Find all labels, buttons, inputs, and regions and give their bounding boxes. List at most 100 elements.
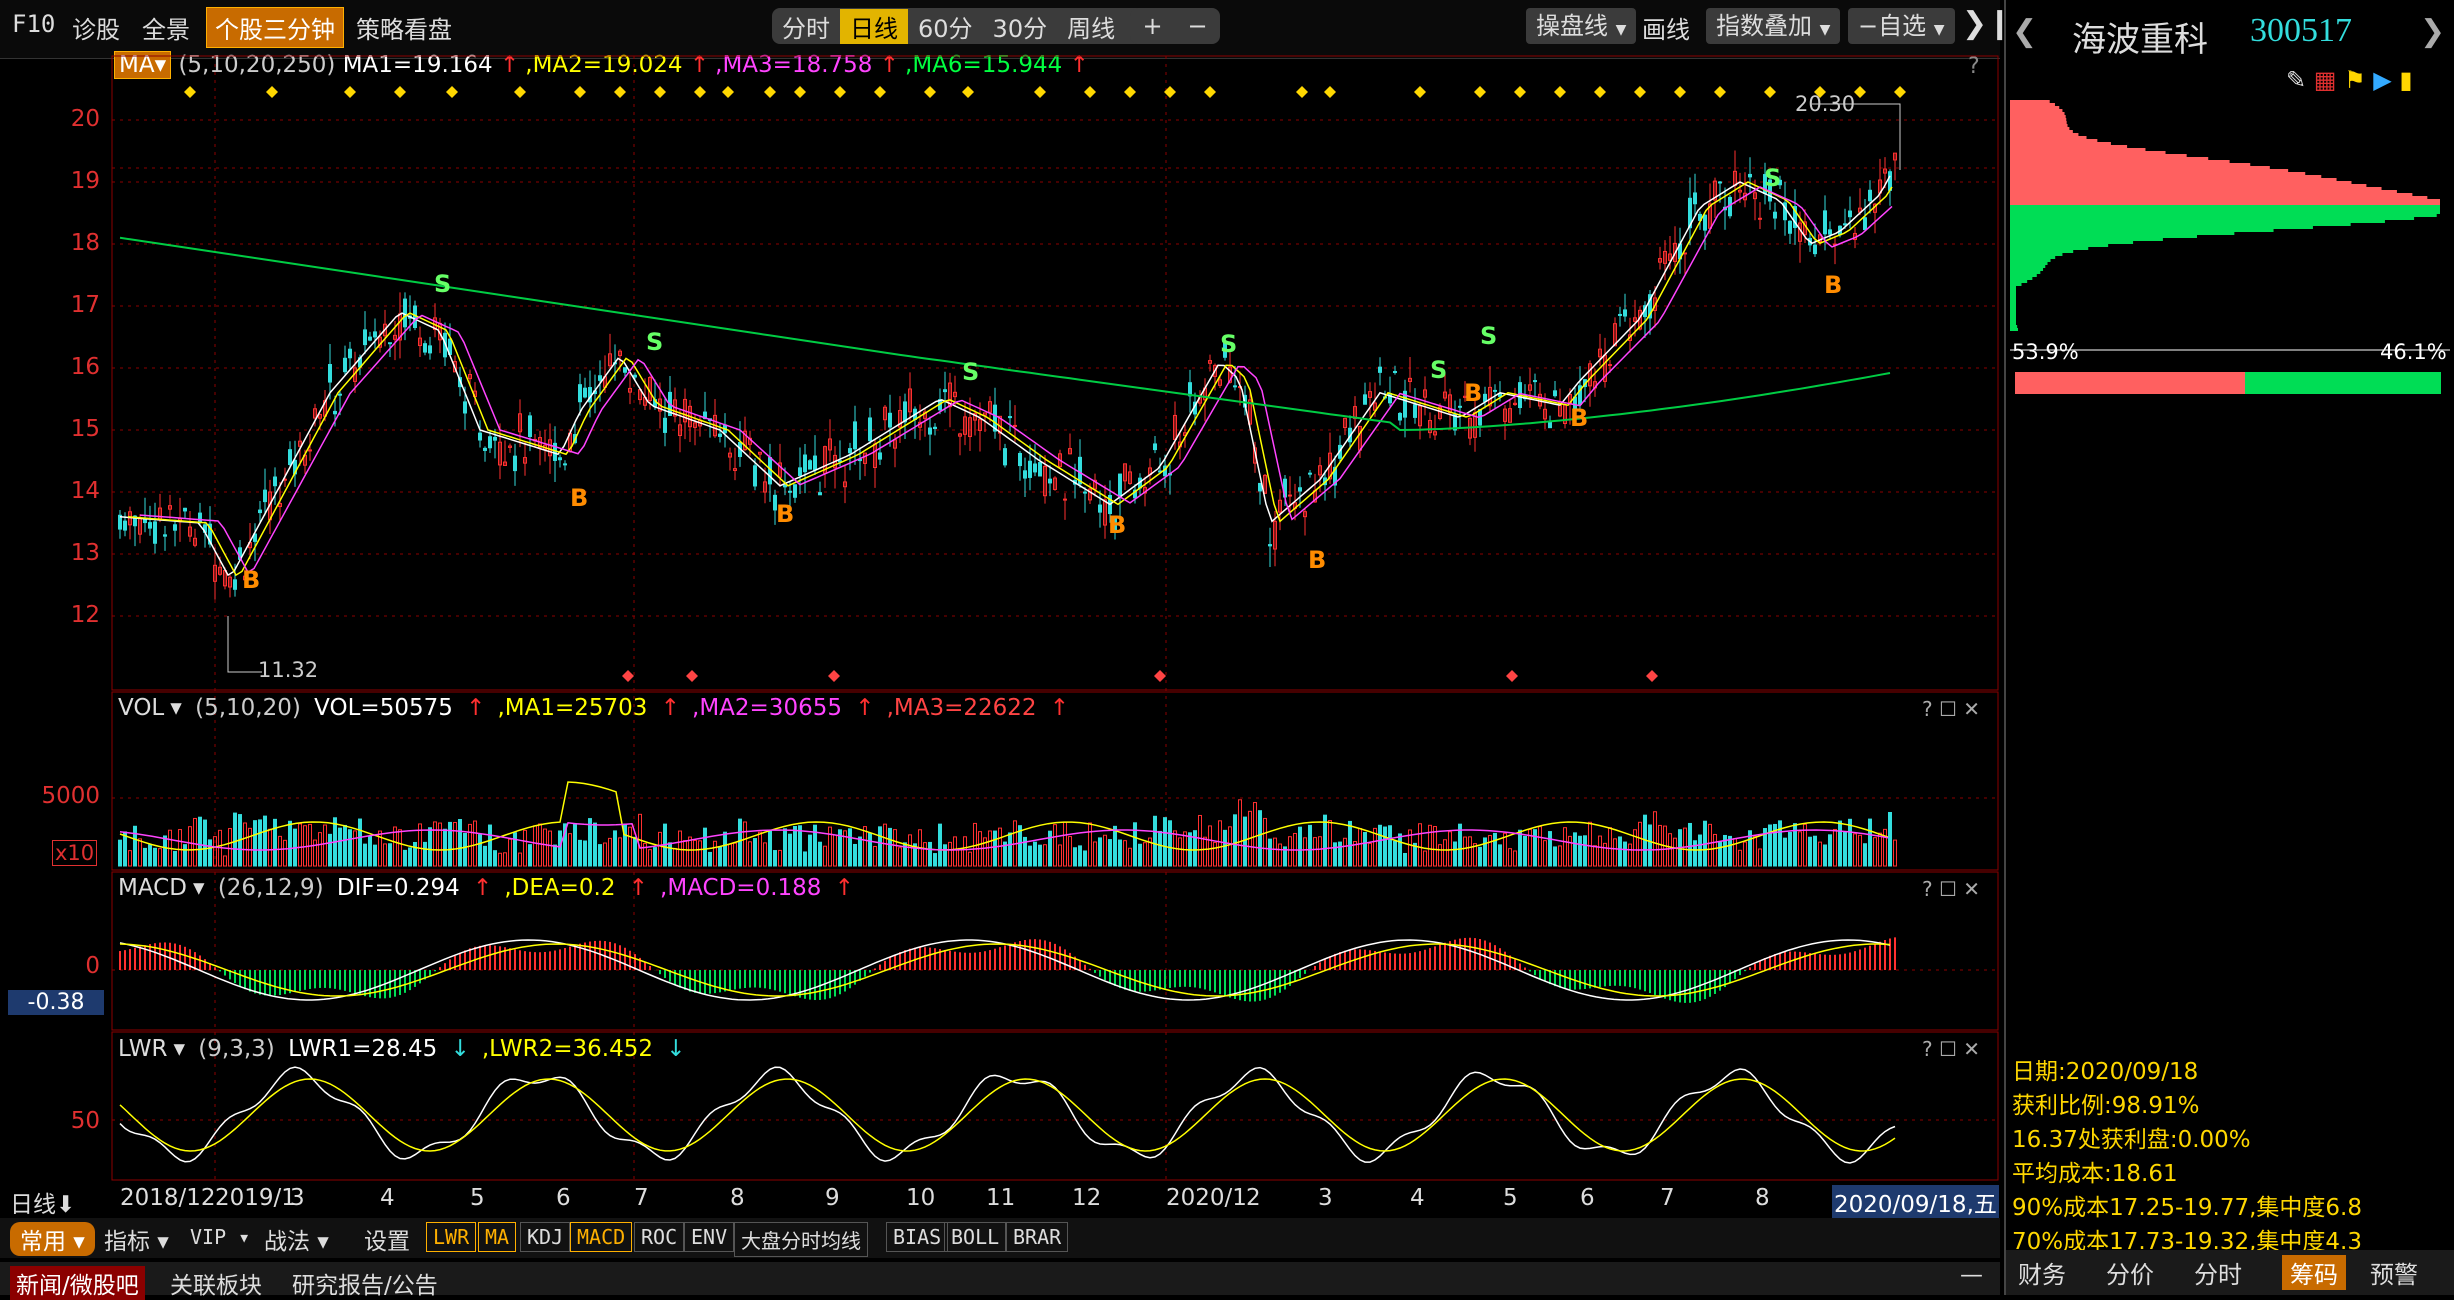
candle-body — [1018, 452, 1022, 467]
signal-diamond-red — [1506, 670, 1518, 682]
chevron-right-icon[interactable]: ❯ — [2420, 14, 2445, 49]
chip-bar — [2010, 280, 2028, 283]
volume-bar — [1423, 850, 1427, 867]
lwr-panel-controls[interactable]: ? ☐ ✕ — [1922, 1037, 1980, 1061]
indicator-tab[interactable]: 指标 ▾ — [104, 1222, 169, 1256]
candle-body — [903, 401, 907, 423]
signal-diamond — [1324, 86, 1336, 98]
tactic-tab[interactable]: 战法 ▾ — [264, 1222, 329, 1256]
volume-bar — [1278, 843, 1282, 867]
candle-body — [343, 357, 347, 373]
right-tab[interactable]: 筹码 — [2282, 1255, 2346, 1290]
indicator-tab-env[interactable]: ENV — [684, 1222, 735, 1252]
chip-bar — [2010, 316, 2016, 319]
volume-bar — [923, 842, 927, 867]
indicator-tab-brar[interactable]: BRAR — [1006, 1222, 1069, 1252]
candle-body — [933, 426, 937, 430]
settings-tab[interactable]: 设置 — [364, 1222, 410, 1256]
volume-bar — [278, 835, 282, 867]
x-axis-label: 6 — [1580, 1185, 1595, 1211]
candle-body — [263, 489, 267, 503]
candle-body — [1048, 478, 1052, 484]
signal-diamond — [446, 86, 458, 98]
common-tab[interactable]: 常用 ▾ — [10, 1222, 95, 1256]
indicator-tab-roc[interactable]: ROC — [634, 1222, 685, 1252]
candle-body — [943, 389, 947, 393]
chevron-left-icon[interactable]: ❮ — [2012, 14, 2037, 49]
sell-marker: S — [1764, 164, 1781, 192]
volume-bar — [1718, 840, 1722, 867]
volume-bar — [788, 833, 792, 867]
volume-bar — [463, 832, 467, 867]
buy-marker: B — [242, 566, 260, 594]
candle-body — [488, 436, 492, 449]
buy-marker: B — [1308, 546, 1326, 574]
candle-body — [163, 534, 167, 537]
chip-bar — [2010, 100, 2050, 103]
indicator-value: ,MA1=25703 ↑ — [497, 695, 681, 721]
candle-body — [363, 329, 367, 346]
x-axis-label: 2019/1 — [215, 1185, 296, 1211]
volume-bar — [1893, 839, 1897, 867]
indicator-tab-boll[interactable]: BOLL — [944, 1222, 1007, 1252]
volume-bar — [948, 841, 952, 867]
volume-bar — [593, 822, 597, 867]
vol-selector[interactable]: VOL ▾ — [118, 695, 182, 721]
volume-bar — [1253, 802, 1257, 867]
sell-marker: S — [962, 358, 979, 386]
volume-bar — [958, 847, 962, 867]
volume-bar — [898, 847, 902, 867]
indicator-value: ,LWR2=36.452 ↓ — [481, 1036, 686, 1062]
volume-bar — [1868, 818, 1872, 867]
volume-bar — [263, 815, 267, 867]
chip-bar — [2010, 295, 2016, 298]
volume-bar — [1848, 818, 1852, 867]
minimize-icon[interactable]: — — [1960, 1262, 1983, 1288]
signal-diamond — [1034, 86, 1046, 98]
signal-diamond — [266, 86, 278, 98]
x-axis-label: 4 — [380, 1185, 395, 1211]
signal-diamond — [874, 86, 886, 98]
candle-body — [258, 509, 262, 514]
volume-bar — [153, 847, 157, 867]
volume-bar — [1038, 844, 1042, 867]
vol-panel-controls[interactable]: ? ☐ ✕ — [1922, 697, 1980, 721]
vip-tab[interactable]: VIP ▾ — [190, 1225, 250, 1249]
volume-bar — [1673, 837, 1677, 867]
indicator-tab-bias[interactable]: BIAS — [886, 1222, 949, 1252]
volume-bar — [1738, 849, 1742, 867]
volume-bar — [573, 823, 577, 867]
right-tab[interactable]: 财务 — [2018, 1255, 2066, 1290]
chip-bar — [2010, 109, 2063, 112]
volume-bar — [1833, 828, 1837, 867]
sell-marker: S — [1430, 356, 1447, 384]
macd-panel-controls[interactable]: ? ☐ ✕ — [1922, 877, 1980, 901]
lwr-selector[interactable]: LWR ▾ — [118, 1036, 185, 1062]
volume-bar — [1463, 836, 1467, 867]
chip-bar — [2010, 235, 2198, 238]
indicator-tab-lwr[interactable]: LWR — [426, 1222, 477, 1252]
volume-bar — [1303, 837, 1307, 867]
candle-body — [718, 433, 722, 437]
chip-bar — [2010, 124, 2068, 127]
right-tab[interactable]: 预警 — [2370, 1255, 2418, 1290]
indicator-tab-kdj[interactable]: KDJ — [520, 1222, 571, 1252]
volume-bar — [1588, 821, 1592, 867]
candle-body — [183, 507, 187, 512]
volume-bar — [1048, 830, 1052, 867]
candle-body — [1458, 405, 1462, 408]
volume-bar — [273, 818, 277, 867]
indicator-tab-ma[interactable]: MA — [478, 1222, 517, 1252]
right-tab[interactable]: 分价 — [2106, 1255, 2154, 1290]
indicator-tab-大盘分时均线[interactable]: 大盘分时均线 — [734, 1222, 868, 1257]
indicator-tab-macd[interactable]: MACD — [570, 1222, 633, 1252]
volume-bar — [1143, 842, 1147, 867]
candle-body — [1533, 380, 1537, 383]
right-tab[interactable]: 分时 — [2194, 1255, 2242, 1290]
macd-selector[interactable]: MACD ▾ — [118, 875, 205, 901]
loss-bar — [2245, 372, 2441, 394]
volume-bar — [328, 833, 332, 867]
volume-bar — [363, 843, 367, 867]
volume-bar — [1883, 828, 1887, 867]
candle-body — [348, 348, 352, 359]
